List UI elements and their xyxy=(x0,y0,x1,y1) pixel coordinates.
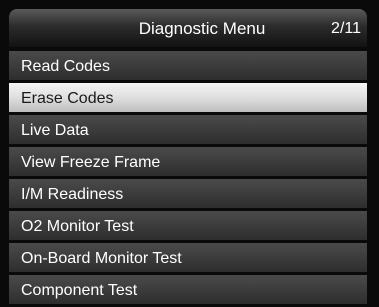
diagnostic-menu-list: Read Codes Erase Codes Live Data View Fr… xyxy=(9,51,367,307)
menu-item-on-board-monitor-test[interactable]: On-Board Monitor Test xyxy=(9,243,367,272)
page-indicator: 2/11 xyxy=(331,20,361,37)
title-bar: Diagnostic Menu 2/11 xyxy=(9,9,367,47)
menu-item-o2-monitor-test[interactable]: O2 Monitor Test xyxy=(9,211,367,240)
menu-item-component-test[interactable]: Component Test xyxy=(9,275,367,304)
menu-item-view-freeze-frame[interactable]: View Freeze Frame xyxy=(9,147,367,176)
page-title: Diagnostic Menu xyxy=(138,19,266,38)
menu-item-live-data[interactable]: Live Data xyxy=(9,115,367,144)
menu-item-erase-codes[interactable]: Erase Codes xyxy=(9,83,367,112)
diagnostic-screen: Diagnostic Menu 2/11 Read Codes Erase Co… xyxy=(0,0,379,307)
menu-item-im-readiness[interactable]: I/M Readiness xyxy=(9,179,367,208)
menu-item-read-codes[interactable]: Read Codes xyxy=(9,51,367,80)
